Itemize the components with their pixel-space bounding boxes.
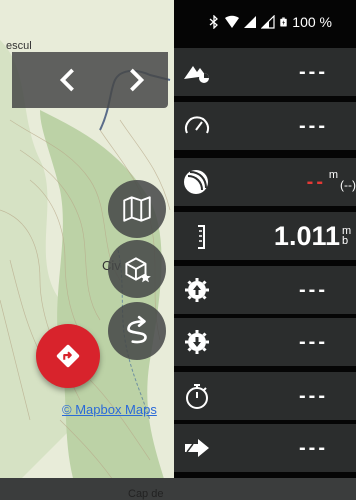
speed-row[interactable]: --- xyxy=(174,102,356,150)
route-icon xyxy=(127,315,147,344)
gps-accuracy-unit: m xyxy=(328,169,338,181)
speed-value: --- xyxy=(299,115,328,137)
favorite-place-icon xyxy=(125,257,151,283)
battery-icon xyxy=(280,17,288,27)
signal-icon xyxy=(244,16,257,28)
altitude-row[interactable]: --- xyxy=(174,48,356,96)
descent-icon xyxy=(182,327,212,357)
bottom-bar xyxy=(0,478,356,500)
route-button[interactable] xyxy=(108,302,166,360)
altitude-value: --- xyxy=(299,61,328,83)
bluetooth-icon xyxy=(209,15,219,29)
signal-icon xyxy=(261,15,275,29)
direction-value: --- xyxy=(299,437,328,459)
map-place-label: escul xyxy=(6,40,32,52)
mapbox-attribution-link[interactable]: © Mapbox Maps xyxy=(62,402,157,417)
gps-accuracy-icon xyxy=(182,167,212,197)
map-layers-button[interactable] xyxy=(108,180,166,238)
data-panel: 100 % --- --- -- m (--) 1.011 mb --- ---… xyxy=(174,0,356,500)
forward-button[interactable] xyxy=(116,60,156,100)
barometer-value: 1.011 xyxy=(273,221,340,251)
ascent-icon xyxy=(182,275,212,305)
descent-row[interactable]: --- xyxy=(174,318,356,366)
barometer-icon xyxy=(182,221,212,251)
map-layers-icon xyxy=(123,196,151,222)
speedometer-icon xyxy=(182,111,212,141)
direction-row[interactable]: --- xyxy=(174,424,356,472)
chevron-right-icon xyxy=(130,68,145,92)
gps-accuracy-value: -- xyxy=(306,171,326,193)
navigate-icon xyxy=(56,344,80,368)
map-navigation-bar xyxy=(12,52,168,108)
gps-accuracy-extra: (--) xyxy=(340,178,356,192)
altitude-icon xyxy=(182,57,212,87)
favorite-places-button[interactable] xyxy=(108,240,166,298)
chevron-left-icon xyxy=(59,68,74,92)
descent-value: --- xyxy=(299,331,328,353)
back-button[interactable] xyxy=(48,60,88,100)
time-value: --- xyxy=(299,385,328,407)
status-bar: 100 % xyxy=(174,0,356,44)
battery-level: 100 % xyxy=(292,14,332,30)
barometer-unit: mb xyxy=(342,225,352,247)
direction-arrow-icon xyxy=(182,433,212,463)
navigate-button[interactable] xyxy=(36,324,100,388)
barometer-row[interactable]: 1.011 mb xyxy=(174,212,356,260)
gps-accuracy-row[interactable]: -- m (--) xyxy=(174,158,356,206)
stopwatch-icon xyxy=(182,381,212,411)
ascent-row[interactable]: --- xyxy=(174,266,356,314)
time-row[interactable]: --- xyxy=(174,372,356,420)
wifi-icon xyxy=(225,15,240,28)
map-place-label: Cap de xyxy=(128,488,164,500)
ascent-value: --- xyxy=(299,279,328,301)
